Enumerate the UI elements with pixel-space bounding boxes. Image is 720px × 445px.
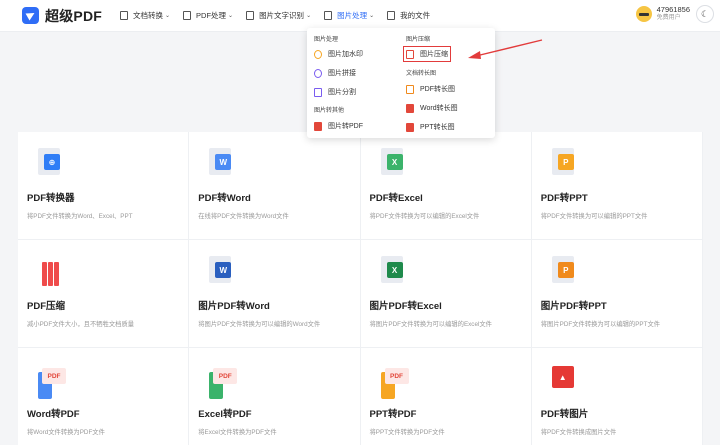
tool-card[interactable]: X 图片PDF转Excel 将图片PDF文件转换为可以编辑的Excel文件 [360,240,532,348]
user-id: 47961856 [656,5,690,14]
word-icon: W [209,148,237,178]
split-icon [314,87,322,97]
menu-item-ppt-long-image[interactable]: PPT转长图 [406,122,455,132]
tool-card-title: 图片PDF转Word [198,301,270,312]
menu-item-image-to-pdf[interactable]: 图片转PDF [314,121,363,131]
tool-card[interactable]: PDF PPT转PDF 将PPT文件转换为PDF文件 [361,348,532,445]
chevron-down-icon: ⌄ [369,13,375,19]
excel-icon: X [380,148,409,178]
menu-item-watermark[interactable]: 图片加水印 [314,49,363,59]
tool-card-title: PDF转Excel [369,193,423,204]
chevron-down-icon: ⌄ [306,13,312,19]
moon-icon: ☾ [700,8,710,19]
tool-card-desc: 将图片PDF文件转换为可以编辑的PPT文件 [540,321,661,328]
word-icon: W [209,256,237,286]
annotation-arrow [468,39,543,59]
tool-card-title: 图片PDF转Excel [369,301,442,312]
avatar[interactable] [635,5,652,22]
menu-section-title: 图片处理 [314,37,339,43]
tool-card-desc: 减小PDF文件大小，且不牺牲文档质量 [27,321,135,328]
nav-my-files[interactable]: 我的文件 [387,10,430,21]
tool-card-desc: 将PDF文件转换成图片文件 [540,429,617,436]
document-icon [120,11,128,20]
pdf-icon [406,84,414,94]
nav-image-process[interactable]: 图片处理 ⌄ [324,10,374,21]
tool-card[interactable]: X PDF转Excel 将PDF文件转换为可以编辑的Excel文件 [360,132,532,240]
tool-card-desc: 将图片PDF文件转换为可以编辑的Excel文件 [369,321,492,328]
tool-card-desc: 将PDF文件转换为可以编辑的Excel文件 [369,213,480,220]
menu-item-pdf-long-image[interactable]: PDF转长图 [406,84,455,94]
word-to-pdf-icon: PDF [38,364,66,399]
tool-card[interactable]: ⊕ PDF转换器将PDF文件转换为Word、Excel、PPT [18,132,190,240]
tool-card[interactable]: PDF压缩减小PDF文件大小，且不牺牲文档质量 [18,240,190,348]
main-nav: 文档转换 ⌄ PDF处理 ⌄ 图片文字识别 ⌄ 图片处理 ⌄ 我的文件 [120,10,443,21]
image-icon [324,11,333,20]
menu-section-title: 图片压缩 [406,37,431,43]
nav-doc-convert[interactable]: 文档转换 ⌄ [120,10,170,21]
nav-pdf-process[interactable]: PDF处理 ⌄ [183,10,233,21]
compress-icon [406,49,414,59]
tool-card-desc: 将Excel文件转换为PDF文件 [198,429,277,436]
tool-card-desc: 将图片PDF文件转换为可以编辑的Word文件 [198,321,321,328]
user-info[interactable]: 47961856 免费用户 [635,5,690,22]
compress-icon [42,262,60,286]
menu-item-word-long-image[interactable]: Word转长图 [406,103,458,113]
tool-card-desc: 将PDF文件转换为Word、Excel、PPT [27,213,133,220]
ppt-icon [406,122,414,132]
pdf-icon [314,121,322,131]
pdf-icon [183,11,192,20]
tool-grid: ⊕ PDF转换器将PDF文件转换为Word、Excel、PPT W PDF转Word… [18,132,703,445]
tool-card-title: PDF转PPT [540,193,588,204]
tool-card-desc: 将Word文件转换为PDF文件 [27,429,105,436]
nav-ocr[interactable]: 图片文字识别 ⌄ [246,10,311,21]
stitch-icon [314,68,322,78]
tool-card-desc: 将PDF文件转换为可以编辑的PPT文件 [540,213,648,220]
tool-card[interactable]: PDF Excel转PDF 将Excel文件转换为PDF文件 [189,348,361,445]
pdf-to-image-icon: ▲ [551,364,580,394]
ppt-to-pdf-icon: PDF [380,364,409,399]
menu-item-image-compress[interactable]: 图片压缩 [403,46,451,62]
word-icon [406,103,414,113]
file-icon [387,11,396,20]
ppt-icon: P [551,256,580,286]
logo-icon [22,7,39,24]
tool-card-title: 图片PDF转PPT [540,301,607,312]
app-title: 超级PDF [45,7,102,24]
theme-toggle-button[interactable]: ☾ [696,5,714,23]
tool-card[interactable]: W 图片PDF转Word 将图片PDF文件转换为可以编辑的Word文件 [189,240,361,348]
tool-card[interactable]: P 图片PDF转PPT 将图片PDF文件转换为可以编辑的PPT文件 [531,240,703,348]
tool-card-desc: 在线将PDF文件转换为Word文件 [198,213,289,220]
tool-card-desc: 将PPT文件转换为PDF文件 [369,429,445,436]
menu-section-title: 图片转其他 [314,108,345,114]
ppt-icon: P [551,148,580,178]
tool-card[interactable]: W PDF转Word 在线将PDF文件转换为Word文件 [189,132,361,240]
excel-icon: X [380,256,409,286]
chevron-down-icon: ⌄ [228,13,234,19]
tool-card-title: PDF转Word [198,193,251,204]
menu-item-stitch[interactable]: 图片拼接 [314,68,356,78]
menu-section-title: 文档转长图 [406,71,437,77]
tool-card-title: PDF转图片 [540,409,589,420]
menu-item-split[interactable]: 图片分割 [314,87,356,97]
tool-card[interactable]: ▲ PDF转图片将PDF文件转换成图片文件 [532,348,703,445]
watermark-icon [314,49,322,59]
tool-card-title: Word转PDF [27,409,80,420]
user-role: 免费用户 [656,15,681,21]
ocr-icon [246,11,255,20]
chevron-down-icon: ⌄ [165,13,171,19]
tool-card[interactable]: P PDF转PPT 将PDF文件转换为可以编辑的PPT文件 [531,132,703,240]
tool-card-title: PPT转PDF [369,409,417,420]
tool-card-title: PDF转换器 [27,193,75,204]
tool-card-title: Excel转PDF [198,409,252,420]
tool-card[interactable]: PDF Word转PDF 将Word文件转换为PDF文件 [18,348,190,445]
tool-card-title: PDF压缩 [27,301,66,312]
converter-icon: ⊕ [38,148,66,178]
excel-to-pdf-icon: PDF [209,364,238,399]
logo[interactable]: 超级PDF [22,6,102,26]
